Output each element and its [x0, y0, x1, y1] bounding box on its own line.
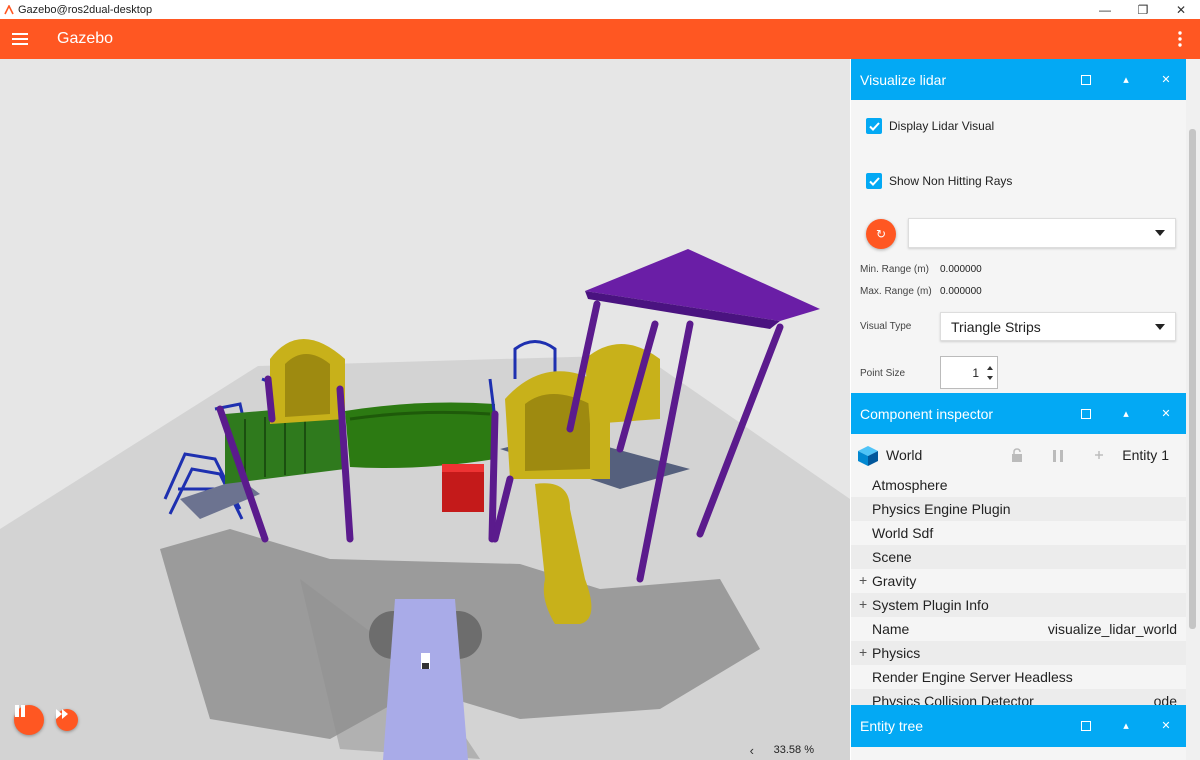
inspector-row-label: Scene — [872, 549, 912, 565]
refresh-topics-button[interactable]: ↻ — [866, 219, 896, 249]
scene-3d-viewport[interactable]: ‹ 33.58 % — [0, 59, 850, 760]
inspector-row: Atmosphere — [851, 473, 1186, 497]
inspector-row: Scene — [851, 545, 1186, 569]
restore-button[interactable]: ❐ — [1124, 0, 1162, 19]
world-cube-icon — [858, 446, 878, 466]
min-range-value: 0.000000 — [940, 264, 982, 275]
close-panel-icon[interactable]: ✕ — [1146, 59, 1186, 100]
window-title: Gazebo@ros2dual-desktop — [18, 3, 153, 16]
gazebo-app-icon — [4, 4, 14, 14]
inspector-entity-row: World Entity 1 — [851, 441, 1186, 471]
point-size-spinbox[interactable]: 1 — [940, 356, 998, 389]
visual-type-label: Visual Type — [860, 321, 912, 332]
entity-tree-title: Entity tree — [860, 718, 924, 734]
rtf-expand-arrow[interactable]: ‹ — [750, 743, 754, 758]
display-lidar-visual-label: Display Lidar Visual — [889, 119, 995, 133]
close-panel-icon[interactable]: ✕ — [1146, 393, 1186, 434]
scrollbar-thumb[interactable] — [1189, 129, 1196, 629]
inspector-row-label: System Plugin Info — [872, 597, 989, 613]
more-options-icon[interactable] — [1170, 29, 1190, 49]
expand-plus-icon[interactable]: + — [859, 644, 867, 660]
pause-icon — [15, 705, 25, 717]
max-range-value: 0.000000 — [940, 286, 982, 297]
panel-scrollbar[interactable] — [1186, 59, 1200, 760]
app-title: Gazebo — [57, 30, 114, 47]
step-button[interactable] — [56, 709, 78, 731]
app-bar: Gazebo — [0, 19, 1200, 59]
point-size-value: 1 — [972, 366, 979, 380]
inspector-row-label: Physics — [872, 645, 921, 661]
pause-button[interactable] — [14, 705, 44, 735]
decrement-arrow-icon[interactable] — [987, 376, 993, 380]
chevron-down-icon — [1155, 230, 1165, 236]
pause-updates-icon[interactable] — [1052, 450, 1064, 462]
float-panel-icon[interactable] — [1066, 393, 1106, 434]
component-inspector-header: Component inspector ▴ ✕ — [851, 393, 1186, 434]
inspector-row-label: Atmosphere — [872, 477, 948, 493]
float-panel-icon[interactable] — [1066, 59, 1106, 100]
lock-icon[interactable] — [1011, 448, 1023, 462]
inspector-row: World Sdf — [851, 521, 1186, 545]
inspector-row: Render Engine Server Headless — [851, 665, 1186, 689]
close-panel-icon[interactable]: ✕ — [1146, 705, 1186, 746]
visual-type-value: Triangle Strips — [951, 318, 1041, 335]
inspector-row-label: Physics Engine Plugin — [872, 501, 1011, 517]
inspector-row-label: World Sdf — [872, 525, 934, 541]
window-titlebar: Gazebo@ros2dual-desktop — ❐ ✕ — [0, 0, 1200, 19]
fast-forward-icon — [56, 709, 68, 719]
add-component-icon[interactable] — [1095, 451, 1103, 459]
inspector-row: Physics Engine Plugin — [851, 497, 1186, 521]
max-range-label: Max. Range (m) — [860, 286, 932, 297]
inspector-row[interactable]: + Physics — [851, 641, 1186, 665]
expand-plus-icon[interactable]: + — [859, 596, 867, 612]
right-side-panel: Visualize lidar ▴ ✕ Display Lidar Visual… — [851, 59, 1186, 760]
checkmark-icon — [866, 173, 882, 189]
expand-plus-icon[interactable]: + — [859, 572, 867, 588]
lidar-topic-dropdown[interactable] — [908, 218, 1176, 248]
collapse-panel-icon[interactable]: ▴ — [1106, 59, 1146, 100]
entity-id: Entity 1 — [1122, 447, 1169, 463]
refresh-icon: ↻ — [875, 227, 887, 241]
minimize-button[interactable]: — — [1086, 0, 1124, 19]
point-size-label: Point Size — [860, 368, 906, 379]
collapse-panel-icon[interactable]: ▴ — [1106, 705, 1146, 746]
show-non-hitting-rays-checkbox[interactable]: Show Non Hitting Rays — [866, 173, 1012, 189]
float-panel-icon[interactable] — [1066, 705, 1106, 746]
visualize-lidar-title: Visualize lidar — [860, 71, 947, 88]
inspector-row-label: Render Engine Server Headless — [872, 669, 1073, 685]
chevron-down-icon — [1155, 323, 1165, 330]
real-time-factor: 33.58 % — [773, 744, 814, 756]
scene-render — [0, 59, 850, 760]
inspector-row[interactable]: + System Plugin Info — [851, 593, 1186, 617]
visualize-lidar-header: Visualize lidar ▴ ✕ — [851, 59, 1186, 100]
inspector-row-label: Gravity — [872, 573, 917, 589]
inspector-row-value: visualize_lidar_world — [1047, 621, 1177, 637]
component-inspector-title: Component inspector — [860, 405, 994, 422]
show-non-hitting-rays-label: Show Non Hitting Rays — [889, 174, 1013, 188]
close-window-button[interactable]: ✕ — [1162, 0, 1200, 19]
display-lidar-visual-checkbox[interactable]: Display Lidar Visual — [866, 118, 994, 134]
entity-name: World — [886, 447, 923, 463]
visual-type-dropdown[interactable]: Triangle Strips — [940, 312, 1176, 341]
collapse-panel-icon[interactable]: ▴ — [1106, 393, 1146, 434]
min-range-label: Min. Range (m) — [860, 264, 929, 275]
inspector-row[interactable]: + Gravity — [851, 569, 1186, 593]
entity-tree-header: Entity tree ▴ ✕ — [851, 705, 1186, 747]
inspector-row-label: Name — [872, 621, 910, 637]
hamburger-menu-icon[interactable] — [0, 19, 40, 59]
checkmark-icon — [866, 118, 882, 134]
increment-arrow-icon[interactable] — [987, 366, 993, 370]
inspector-row: Name visualize_lidar_world — [851, 617, 1186, 641]
